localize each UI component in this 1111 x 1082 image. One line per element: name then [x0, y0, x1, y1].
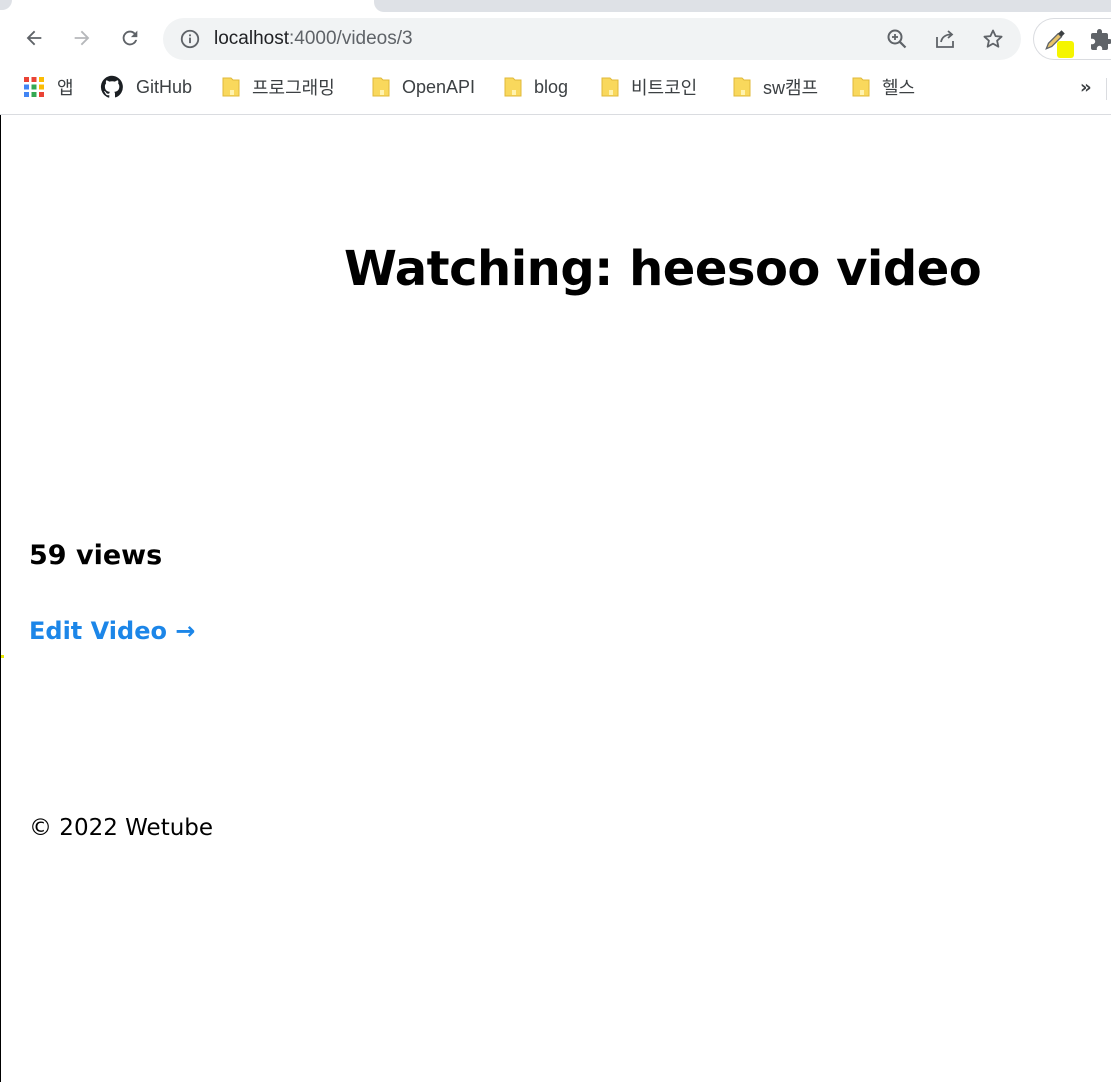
bookmark-label: 헬스 — [882, 78, 916, 98]
folder-icon — [601, 77, 619, 97]
arrow-right-icon — [74, 30, 90, 46]
bookmark-folder-swcamp[interactable]: sw캠프 — [733, 72, 818, 102]
view-count: 59 views — [29, 540, 163, 571]
page-title: Watching: heesoo video — [344, 241, 982, 297]
bookmark-folder-programming[interactable]: 프로그래밍 — [222, 72, 335, 102]
bookmark-label: OpenAPI — [402, 76, 476, 97]
bookmark-folder-blog[interactable]: blog — [504, 72, 568, 102]
apps-grid-icon — [24, 77, 44, 97]
bookmark-label: blog — [534, 76, 569, 97]
puzzle-icon[interactable] — [1089, 28, 1111, 52]
bookmark-folder-openapi[interactable]: OpenAPI — [372, 72, 475, 102]
page-footer: © 2022 Wetube — [29, 815, 214, 841]
bookmark-label: sw캠프 — [763, 78, 819, 98]
bookmark-label: 프로그래밍 — [252, 78, 335, 98]
bookmark-label: 앱 — [57, 78, 74, 98]
bookmark-github[interactable]: GitHub — [100, 72, 192, 102]
edge-marker — [1, 655, 4, 658]
extension-badge — [1057, 41, 1074, 58]
tab-strip — [374, 0, 1111, 12]
page-viewport: Watching: heesoo video 59 views Edit Vid… — [0, 115, 1111, 1082]
folder-icon — [733, 77, 751, 97]
github-icon — [100, 75, 123, 98]
zoom-icon[interactable] — [885, 27, 909, 51]
reload-icon — [122, 30, 138, 46]
bookmark-folder-bitcoin[interactable]: 비트코인 — [601, 72, 697, 102]
edit-video-link[interactable]: Edit Video → — [29, 617, 195, 645]
bookmark-folder-health[interactable]: 헬스 — [852, 72, 915, 102]
back-button[interactable] — [16, 20, 52, 56]
url-path: :4000/videos/3 — [289, 28, 413, 49]
bookmarks-overflow-button[interactable]: » — [1080, 77, 1092, 98]
forward-button[interactable] — [64, 20, 100, 56]
folder-icon — [222, 77, 240, 97]
bookmarks-divider — [1106, 78, 1107, 100]
url-host: localhost — [214, 28, 289, 49]
folder-icon — [372, 77, 390, 97]
folder-icon — [504, 77, 522, 97]
bookmark-apps[interactable]: 앱 — [23, 72, 74, 102]
reload-button[interactable] — [112, 20, 148, 56]
bookmarks-bar: 앱 GitHub 프로그래밍 OpenAPI blog 비트코인 sw캠프 헬스… — [0, 68, 1111, 106]
address-bar[interactable]: localhost:4000/videos/3 — [163, 18, 1021, 60]
browser-toolbar: localhost:4000/videos/3 — [0, 14, 1111, 64]
info-icon[interactable] — [179, 28, 201, 50]
bookmark-label: GitHub — [136, 76, 193, 97]
folder-icon — [852, 77, 870, 97]
extensions-area — [1033, 18, 1111, 60]
browser-chrome: localhost:4000/videos/3 앱 GitHub 프로그래밍 O… — [0, 0, 1111, 115]
share-icon[interactable] — [933, 27, 957, 51]
bookmark-label: 비트코인 — [631, 78, 698, 98]
url-text[interactable]: localhost:4000/videos/3 — [214, 28, 413, 50]
tab-strip-left-edge — [0, 0, 12, 10]
bookmark-star-icon[interactable] — [981, 27, 1005, 51]
arrow-left-icon — [26, 30, 42, 46]
